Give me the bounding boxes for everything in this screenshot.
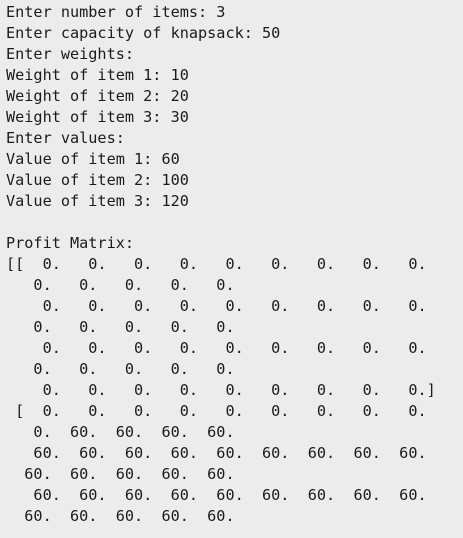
console-line: 0. 0. 0. 0. 0.	[6, 360, 235, 378]
console-line: 0. 0. 0. 0. 0.	[6, 318, 235, 336]
console-line: Enter capacity of knapsack: 50	[6, 24, 281, 42]
console-output-panel: Enter number of items: 3 Enter capacity o…	[0, 0, 463, 526]
console-line: Weight of item 2: 20	[6, 87, 189, 105]
console-output-text: Enter number of items: 3 Enter capacity o…	[0, 0, 463, 526]
console-line: Value of item 2: 100	[6, 171, 189, 189]
console-line: Enter values:	[6, 129, 125, 147]
console-line: 60. 60. 60. 60. 60.	[6, 507, 235, 525]
console-line: 0. 60. 60. 60. 60.	[6, 423, 235, 441]
console-line: 60. 60. 60. 60. 60. 60. 60. 60. 60.	[6, 444, 427, 462]
console-line: 60. 60. 60. 60. 60. 60. 60. 60. 60.	[6, 486, 427, 504]
console-line: 0. 0. 0. 0. 0. 0. 0. 0. 0.	[6, 339, 427, 357]
console-line: [[ 0. 0. 0. 0. 0. 0. 0. 0. 0.	[6, 255, 427, 273]
console-line: Enter number of items: 3	[6, 3, 226, 21]
console-line: 60. 60. 60. 60. 60.	[6, 465, 235, 483]
console-line: 0. 0. 0. 0. 0.	[6, 276, 235, 294]
console-line: Value of item 3: 120	[6, 192, 189, 210]
console-line: Weight of item 1: 10	[6, 66, 189, 84]
console-line: Value of item 1: 60	[6, 150, 180, 168]
console-line: Weight of item 3: 30	[6, 108, 189, 126]
console-line: Profit Matrix:	[6, 234, 135, 252]
console-line: 0. 0. 0. 0. 0. 0. 0. 0. 0.]	[6, 381, 436, 399]
console-line: 0. 0. 0. 0. 0. 0. 0. 0. 0.	[6, 297, 427, 315]
console-line: Enter weights:	[6, 45, 135, 63]
console-line: [ 0. 0. 0. 0. 0. 0. 0. 0. 0.	[6, 402, 427, 420]
